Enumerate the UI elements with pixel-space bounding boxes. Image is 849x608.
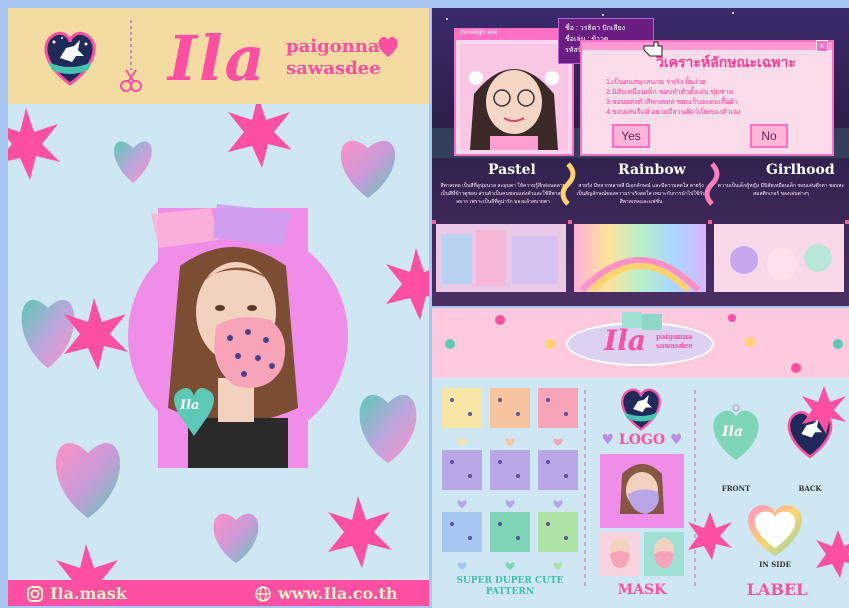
ribbon-bow xyxy=(151,204,291,248)
heart-icon xyxy=(378,36,398,57)
unicorn-logo-icon xyxy=(44,31,96,86)
social-handle-text: Ila.mask xyxy=(50,584,127,603)
poster-header: Ila paigonna sawasdee xyxy=(8,8,429,104)
poster-footer: Ila.mask www.Ila.co.th xyxy=(8,580,429,606)
globe-icon xyxy=(255,585,271,602)
brand-board: Ila paigonna sawasdee SUPER DUPER CUTE P… xyxy=(432,308,849,608)
photo-window-titlebar: moonlight.exe xyxy=(456,30,572,40)
trait-item: 1.เป็นคนสนุกสนาน ร่าเริง ยิ้มง่าย xyxy=(606,79,706,86)
tagline-line-2: sawasdee xyxy=(286,58,381,79)
squiggle-dividers xyxy=(560,162,720,206)
tagline: paigonna sawasdee xyxy=(286,36,381,80)
design-board: Ila paigonna sawasdee Ila Ila.mask www.I… xyxy=(0,0,849,608)
dialog-titlebar xyxy=(582,42,832,50)
social-handle[interactable]: Ila.mask xyxy=(26,584,127,603)
poster: Ila paigonna sawasdee Ila Ila.mask www.I… xyxy=(8,8,429,606)
mask-tag-brand: Ila xyxy=(180,398,200,413)
yes-button[interactable]: Yes xyxy=(612,124,650,148)
id-name: ชื่อ : วรธิดา ปักเสียง xyxy=(565,25,626,32)
scissors-icon xyxy=(120,20,142,92)
dialog-title: วิเคราะห์ลักษณะเฉพาะ xyxy=(656,54,796,70)
website-text: www.Ila.co.th xyxy=(278,584,398,603)
trait-item: 2.นิสัยเหมือนเด็ก ชอบทำตัวตั้งเล่น ซุ่มซ… xyxy=(606,89,734,96)
moodboard-strip xyxy=(432,220,849,293)
close-icon[interactable]: × xyxy=(816,40,828,52)
photo-window: moonlight.exe xyxy=(454,28,574,156)
trait-item: 3.ชอบแต่งตัวสีพาสเทล ชอบเก็บตะดมเสื้อผ้า xyxy=(606,99,738,106)
trait-item: 4.ชอบเล่นรีมส์ อยากมีสวนสัตว์เป็นของตัวเ… xyxy=(606,109,741,116)
website-link[interactable]: www.Ila.co.th xyxy=(254,584,398,603)
mood-showcase: moonlight.exe ชื่อ : วรธิดา ปักเสียง ชื่… xyxy=(432,8,849,306)
no-button[interactable]: No xyxy=(750,124,788,148)
star-decorations xyxy=(688,386,849,578)
portrait-illustration xyxy=(460,44,568,150)
trait-list: 1.เป็นคนสนุกสนาน ร่าเริง ยิ้มง่าย 2.นิสั… xyxy=(606,78,741,118)
instagram-icon xyxy=(27,585,43,602)
hand-cursor-icon xyxy=(643,41,663,57)
portrait-photo xyxy=(460,44,568,150)
tagline-line-1: paigonna xyxy=(286,36,380,57)
trait-dialog: × วิเคราะห์ลักษณะเฉพาะ 1.เป็นคนสนุกสนาน … xyxy=(580,40,834,156)
brand-logotype: Ila xyxy=(168,22,267,95)
